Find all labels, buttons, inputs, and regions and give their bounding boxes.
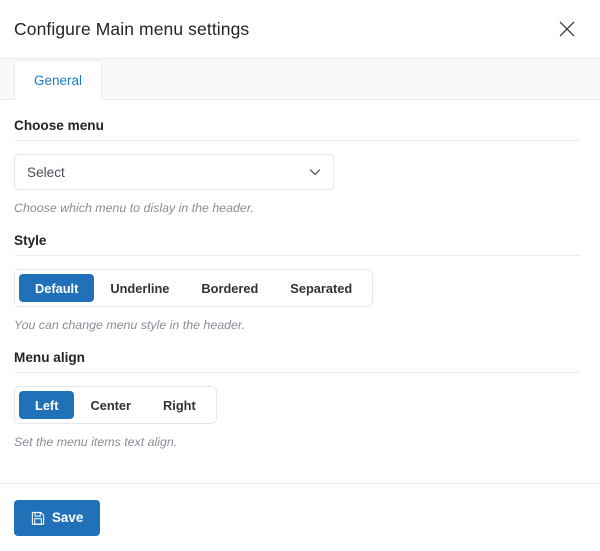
field-style: Style Default Underline Bordered Separat… [14,233,580,332]
menu-align-button-group: Left Center Right [14,386,217,424]
floppy-disk-icon [31,511,45,525]
close-button[interactable] [554,16,580,42]
modal-header: Configure Main menu settings [0,0,600,59]
menu-align-option-right[interactable]: Right [147,391,212,419]
style-option-underline[interactable]: Underline [94,274,185,302]
save-button[interactable]: Save [14,499,101,536]
style-option-bordered[interactable]: Bordered [185,274,274,302]
choose-menu-select-value: Select [27,164,65,180]
field-choose-menu: Choose menu Select Choose which menu to … [14,118,580,215]
menu-align-option-center[interactable]: Center [74,391,147,419]
field-menu-align: Menu align Left Center Right Set the men… [14,350,580,449]
choose-menu-label: Choose menu [14,118,580,141]
page-title: Configure Main menu settings [14,18,250,39]
tab-general[interactable]: General [14,60,103,100]
choose-menu-select[interactable]: Select [14,154,334,190]
tab-strip: General [0,59,600,100]
chevron-down-icon [308,165,322,179]
modal-footer: Save [0,483,600,551]
style-help: You can change menu style in the header. [14,318,245,332]
configure-main-menu-modal: Configure Main menu settings General Cho… [0,0,600,551]
menu-align-label: Menu align [14,350,580,373]
menu-align-option-left[interactable]: Left [19,391,75,419]
style-button-group: Default Underline Bordered Separated [14,269,374,307]
choose-menu-help: Choose which menu to dislay in the heade… [14,201,254,215]
save-button-label: Save [52,510,84,525]
close-icon [557,19,577,39]
style-label: Style [14,233,580,256]
modal-body: Choose menu Select Choose which menu to … [0,100,600,483]
style-option-separated[interactable]: Separated [274,274,368,302]
menu-align-help: Set the menu items text align. [14,435,178,449]
tab-label: General [34,72,83,88]
style-option-default[interactable]: Default [19,274,95,302]
